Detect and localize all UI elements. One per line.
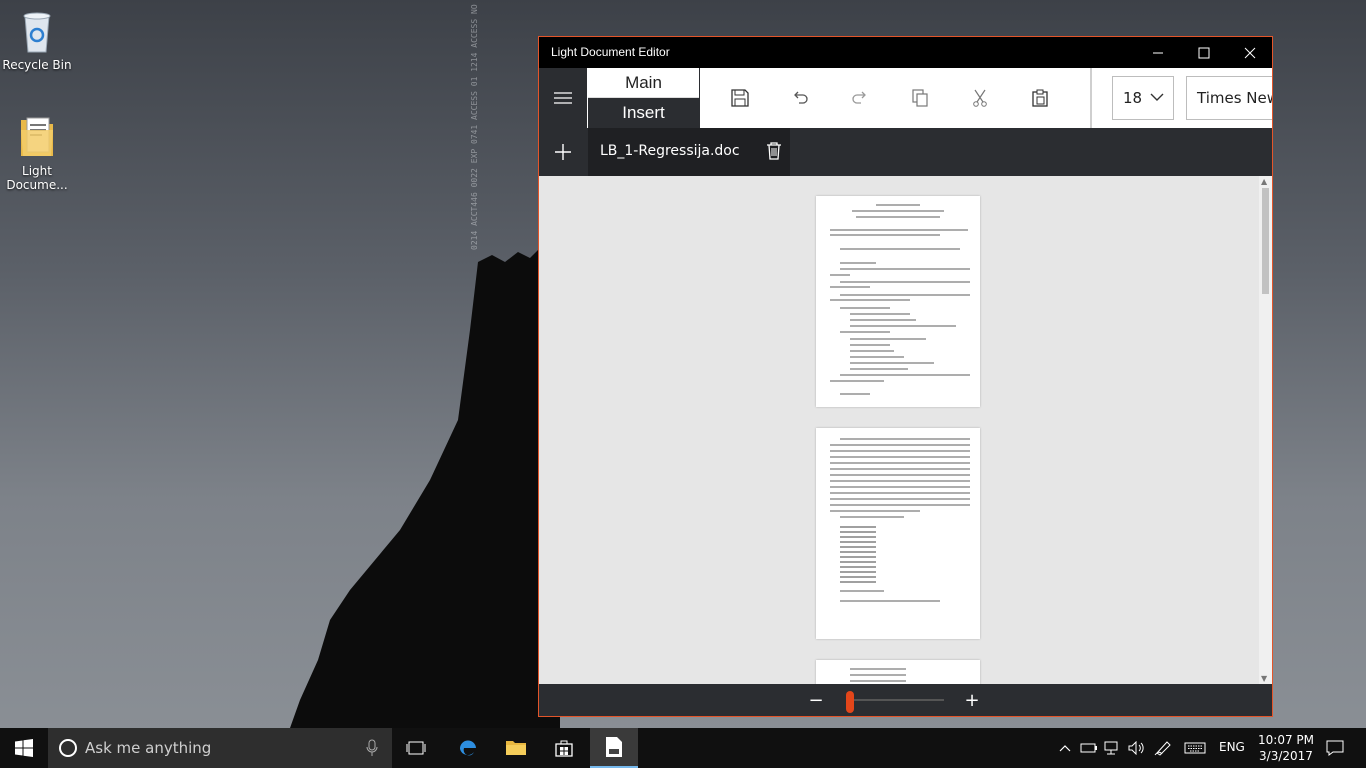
scroll-up-icon[interactable]: ▲ (1261, 177, 1267, 186)
notification-icon (1326, 740, 1344, 756)
document-page-3 (816, 660, 980, 684)
save-icon (731, 89, 749, 107)
font-family-value: Times New (1197, 89, 1273, 107)
microphone-icon[interactable] (366, 739, 378, 757)
zoom-in-button[interactable]: + (961, 689, 983, 711)
cut-icon (973, 89, 987, 107)
start-button[interactable] (0, 728, 48, 768)
chevron-up-icon (1059, 745, 1071, 752)
window-title: Light Document Editor (551, 45, 670, 59)
document-folder-icon (21, 117, 53, 156)
edge-browser-icon (459, 740, 476, 756)
desktop-icon-label: Light Docume... (6, 164, 68, 192)
document-page-1 (816, 196, 980, 407)
hamburger-icon (554, 92, 572, 104)
document-app-icon (606, 737, 622, 757)
paste-button[interactable] (1025, 83, 1055, 113)
document-tab[interactable]: LB_1-Regressija.doc (588, 128, 790, 176)
search-box[interactable]: Ask me anything (48, 728, 392, 768)
task-view-button[interactable] (396, 728, 436, 768)
store-icon (555, 740, 573, 757)
taskbar: Ask me anything ENG 10:07 PM 3/3/2017 (0, 728, 1366, 768)
cut-button[interactable] (965, 83, 995, 113)
divider (1090, 68, 1092, 128)
tray-power[interactable] (1078, 728, 1100, 768)
cortana-icon (59, 739, 77, 757)
redo-button[interactable] (845, 83, 875, 113)
trash-icon[interactable] (766, 142, 782, 160)
zoom-out-button[interactable]: − (805, 689, 827, 711)
tray-volume[interactable] (1126, 728, 1148, 768)
menu-button[interactable] (539, 68, 587, 128)
zoom-bar: − + (539, 684, 1272, 716)
tray-keyboard[interactable] (1182, 728, 1208, 768)
tray-network[interactable] (1102, 728, 1124, 768)
show-hidden-icons-button[interactable] (1056, 728, 1074, 768)
redo-icon (852, 91, 866, 104)
folder-icon (506, 741, 526, 755)
document-tab-bar: LB_1-Regressija.doc (539, 128, 1272, 176)
desktop-icon-label: Recycle Bin (2, 58, 72, 72)
zoom-slider-thumb[interactable] (846, 691, 854, 713)
volume-icon (1128, 741, 1144, 755)
task-view-icon (406, 741, 426, 755)
maximize-icon (1198, 47, 1210, 58)
taskbar-light-document-editor[interactable] (590, 728, 638, 768)
close-icon (1244, 47, 1256, 58)
chevron-down-icon (1150, 93, 1164, 101)
tab-main[interactable]: Main (588, 68, 699, 98)
desktop-icon-light-document[interactable]: Light Docume... (0, 114, 74, 192)
close-button[interactable] (1227, 37, 1272, 68)
copy-button[interactable] (905, 83, 935, 113)
save-button[interactable] (725, 83, 755, 113)
undo-icon (794, 91, 808, 104)
tab-insert[interactable]: Insert (588, 98, 699, 128)
vertical-scrollbar[interactable]: ▲ ▼ (1259, 176, 1272, 684)
document-page-2 (816, 428, 980, 639)
search-placeholder: Ask me anything (85, 739, 212, 757)
clock[interactable]: 10:07 PM 3/3/2017 (1258, 732, 1314, 764)
battery-charging-icon (1080, 743, 1097, 753)
recycle-bin-icon (23, 12, 51, 53)
taskbar-edge[interactable] (446, 728, 490, 768)
desktop-icon-recycle-bin[interactable]: Recycle Bin (0, 8, 74, 72)
taskbar-file-explorer[interactable] (494, 728, 538, 768)
maximize-button[interactable] (1181, 37, 1227, 68)
scrollbar-thumb[interactable] (1262, 188, 1269, 294)
copy-icon (912, 89, 928, 107)
minimize-icon (1153, 52, 1163, 53)
new-document-button[interactable] (539, 128, 587, 176)
scroll-down-icon[interactable]: ▼ (1261, 674, 1267, 683)
undo-button[interactable] (785, 83, 815, 113)
keyboard-icon (1184, 742, 1206, 754)
windows-logo-icon (15, 739, 33, 757)
document-tab-name: LB_1-Regressija.doc (600, 143, 740, 159)
clock-date: 3/3/2017 (1259, 749, 1313, 763)
divider (699, 68, 700, 128)
wallpaper-code-strip: 0214 ACCT446 0022 EXP 0741 ACCESS 01 121… (470, 0, 540, 250)
taskbar-store[interactable] (542, 728, 586, 768)
action-center-button[interactable] (1320, 728, 1350, 768)
font-size-select[interactable]: 18 (1112, 76, 1174, 120)
plus-icon (555, 144, 571, 160)
font-family-select[interactable]: Times New (1186, 76, 1273, 120)
font-size-value: 18 (1123, 89, 1143, 107)
app-window: Light Document Editor Main Insert 18 Tim… (538, 36, 1273, 717)
paste-icon (1032, 89, 1048, 107)
window-titlebar[interactable]: Light Document Editor (539, 37, 1272, 68)
clock-time: 10:07 PM (1258, 733, 1314, 747)
language-indicator[interactable]: ENG (1219, 740, 1245, 754)
zoom-slider-track[interactable] (849, 699, 944, 701)
ribbon-tabs: Main Insert (588, 68, 699, 128)
ribbon-toolbar: Main Insert 18 Times New (539, 68, 1272, 128)
pen-icon (1154, 741, 1171, 756)
minimize-button[interactable] (1135, 37, 1181, 68)
tray-pen[interactable] (1152, 728, 1174, 768)
network-icon (1104, 741, 1118, 755)
document-viewport[interactable] (539, 176, 1259, 684)
